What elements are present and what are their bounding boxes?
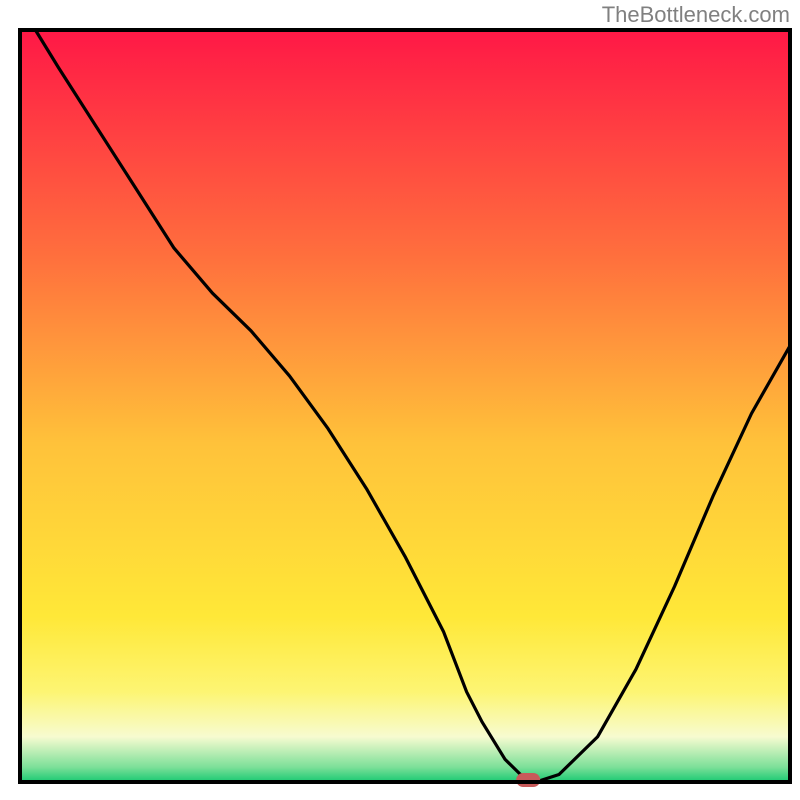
watermark-text: TheBottleneck.com: [602, 2, 790, 28]
bottleneck-chart: [0, 0, 800, 800]
chart-container: TheBottleneck.com: [0, 0, 800, 800]
gradient-background: [20, 30, 790, 782]
